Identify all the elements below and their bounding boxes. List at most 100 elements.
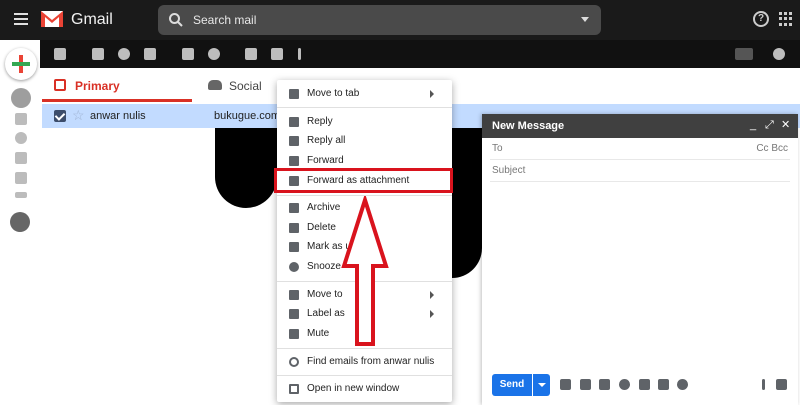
menu-item-label: Reply	[307, 116, 333, 127]
menu-item-label: Mute	[307, 328, 330, 339]
insert-photo-icon[interactable]	[658, 379, 669, 390]
close-icon[interactable]: ✕	[781, 120, 791, 131]
search-icon	[289, 357, 299, 367]
menu-divider	[277, 375, 452, 376]
delete-icon	[289, 223, 299, 233]
email-sender: anwar nulis	[90, 110, 146, 122]
to-label: To	[492, 143, 503, 154]
reply-icon	[289, 117, 299, 127]
submenu-arrow-icon	[430, 291, 434, 299]
inbox-icon[interactable]	[11, 88, 31, 108]
menu-item-label: Snooze	[307, 261, 341, 272]
input-tools-icon[interactable]	[735, 48, 753, 60]
brand-name: Gmail	[71, 11, 113, 28]
compose-title: New Message	[492, 120, 565, 132]
more-options-icon[interactable]	[762, 379, 765, 390]
background-shape	[215, 128, 277, 208]
mark-unread-icon	[289, 242, 299, 252]
search-icon[interactable]	[168, 12, 184, 28]
insert-link-icon[interactable]	[599, 379, 610, 390]
snoozed-icon[interactable]	[15, 132, 27, 144]
compose-window: New Message _ ⤢ ✕ To Cc Bcc Subject Send	[482, 114, 798, 405]
tab-social[interactable]: Social	[202, 68, 282, 102]
mark-unread-icon[interactable]	[182, 48, 194, 60]
compose-header: New Message _ ⤢ ✕	[482, 114, 798, 138]
mute-icon	[289, 329, 299, 339]
move-to-tab-icon	[289, 89, 299, 99]
fullscreen-icon[interactable]: ⤢	[765, 120, 775, 131]
more-options-icon[interactable]	[298, 48, 301, 60]
search-bar[interactable]: Search mail	[158, 5, 601, 35]
menu-item-label: Open in new window	[307, 383, 400, 394]
move-to-icon[interactable]	[245, 48, 257, 60]
tab-label: Social	[229, 79, 262, 93]
label-icon	[289, 309, 299, 319]
to-field[interactable]: To Cc Bcc	[490, 138, 790, 160]
subject-field[interactable]: Subject	[490, 160, 790, 182]
send-button[interactable]: Send	[492, 374, 532, 396]
starred-icon[interactable]	[15, 113, 27, 125]
tab-label: Primary	[75, 79, 120, 93]
sent-icon[interactable]	[15, 152, 27, 164]
menu-item-label: Move to tab	[307, 88, 360, 99]
compose-button[interactable]	[5, 48, 37, 80]
label-icon[interactable]	[271, 48, 283, 60]
search-input[interactable]: Search mail	[193, 13, 256, 27]
search-options-icon[interactable]	[581, 17, 589, 22]
forward-icon	[289, 156, 299, 166]
avatar[interactable]	[10, 212, 30, 232]
menu-item-label: Move to	[307, 289, 343, 300]
move-to-icon	[289, 290, 299, 300]
emoji-icon[interactable]	[619, 379, 630, 390]
menu-item-find-emails[interactable]: Find emails from anwar nulis	[277, 352, 452, 372]
tab-primary[interactable]: Primary	[42, 68, 192, 102]
discard-draft-icon[interactable]	[776, 379, 787, 390]
select-checkbox-icon[interactable]	[54, 48, 66, 60]
inbox-icon	[54, 79, 66, 91]
menu-item-label: Find emails from anwar nulis	[307, 356, 435, 367]
help-icon[interactable]: ?	[753, 11, 769, 27]
people-icon	[208, 80, 222, 90]
top-bar: Gmail Search mail ?	[0, 0, 800, 40]
annotation-highlight-box	[274, 168, 453, 193]
settings-icon[interactable]	[773, 48, 785, 60]
snooze-icon[interactable]	[208, 48, 220, 60]
menu-divider	[277, 107, 452, 108]
report-spam-icon[interactable]	[118, 48, 130, 60]
menu-item-reply[interactable]: Reply	[277, 112, 452, 132]
background-shape	[452, 128, 482, 278]
annotation-up-arrow-icon	[341, 196, 389, 346]
menu-item-label: Forward	[307, 155, 344, 166]
menu-item-move-to-tab[interactable]: Move to tab	[277, 84, 452, 104]
row-checkbox[interactable]	[54, 110, 66, 122]
menu-item-open-new-window[interactable]: Open in new window	[277, 379, 452, 399]
gmail-logo-icon	[41, 11, 63, 27]
open-new-window-icon	[289, 384, 299, 394]
formatting-icon[interactable]	[560, 379, 571, 390]
menu-item-reply-all[interactable]: Reply all	[277, 131, 452, 151]
star-icon[interactable]: ☆	[72, 107, 85, 124]
archive-icon[interactable]	[92, 48, 104, 60]
drafts-icon[interactable]	[15, 172, 27, 184]
delete-icon[interactable]	[144, 48, 156, 60]
reply-all-icon	[289, 136, 299, 146]
expand-more-icon[interactable]	[15, 192, 27, 198]
confidential-mode-icon[interactable]	[677, 379, 688, 390]
menu-item-label: Archive	[307, 202, 341, 213]
subject-label: Subject	[492, 165, 526, 176]
mail-toolbar	[40, 40, 800, 68]
submenu-arrow-icon	[430, 90, 434, 98]
send-options-icon[interactable]	[533, 374, 550, 396]
minimize-icon[interactable]: _	[750, 120, 760, 131]
snooze-icon	[289, 262, 299, 272]
apps-grid-icon[interactable]	[779, 12, 793, 26]
attach-icon[interactable]	[580, 379, 591, 390]
menu-item-label: Reply all	[307, 135, 346, 146]
archive-icon	[289, 203, 299, 213]
cc-bcc-link[interactable]: Cc Bcc	[756, 143, 788, 154]
submenu-arrow-icon	[430, 310, 434, 318]
drive-icon[interactable]	[639, 379, 650, 390]
menu-divider	[277, 348, 452, 349]
main-menu-icon[interactable]	[14, 13, 28, 25]
menu-item-label: Delete	[307, 222, 336, 233]
